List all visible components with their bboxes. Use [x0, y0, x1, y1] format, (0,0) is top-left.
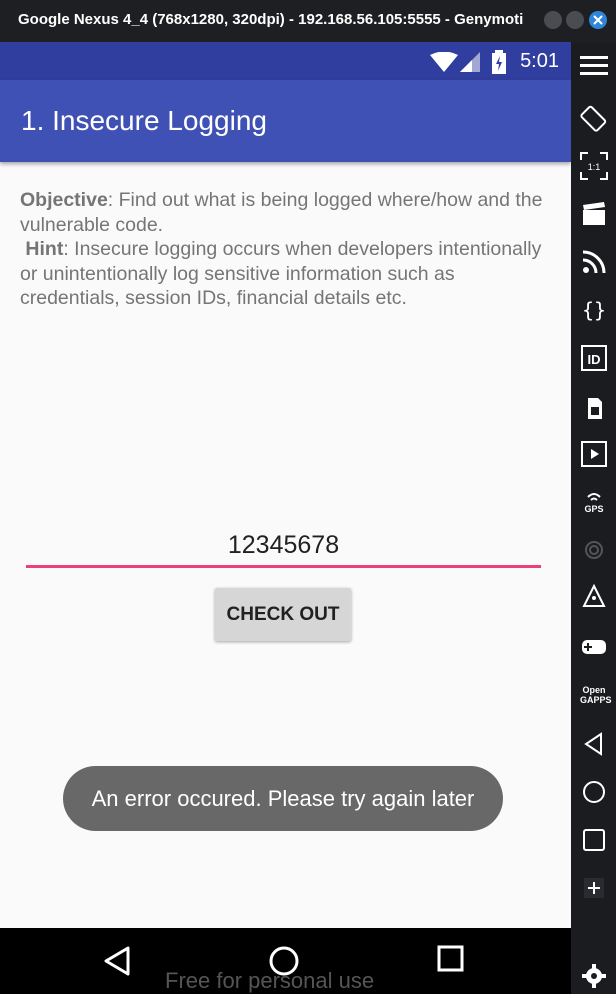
checkout-button[interactable]: CHECK OUT — [215, 588, 351, 641]
home-icon[interactable] — [580, 778, 608, 806]
back-nav-icon[interactable] — [102, 945, 132, 977]
device-id-icon[interactable]: ID — [580, 344, 608, 372]
recents-nav-icon[interactable] — [437, 945, 465, 973]
gps-label: GPS — [584, 504, 603, 514]
add-icon[interactable] — [580, 874, 608, 902]
fingerprint-icon[interactable] — [580, 536, 608, 564]
opengapps-icon[interactable]: Open GAPPS — [580, 682, 612, 710]
sim-icon[interactable] — [580, 394, 608, 422]
network-icon[interactable] — [580, 584, 608, 612]
app-bar: 1. Insecure Logging — [0, 80, 571, 162]
page-title: 1. Insecure Logging — [21, 105, 267, 136]
watermark-text: Free for personal use — [165, 968, 375, 993]
window-titlebar: Google Nexus 4_4 (768x1280, 320dpi) - 19… — [0, 0, 616, 42]
amount-value: 12345678 — [227, 531, 340, 559]
battery-charging-icon — [492, 50, 506, 74]
status-bar: 5:01 — [0, 42, 571, 80]
rotate-icon[interactable] — [580, 104, 608, 132]
status-time: 5:01 — [520, 50, 559, 72]
pixel-ratio-label: 1:1 — [588, 162, 601, 172]
gamepad-icon[interactable] — [580, 632, 608, 660]
video-icon[interactable] — [580, 440, 608, 468]
minimize-button[interactable] — [544, 11, 562, 29]
svg-text:{}: {} — [582, 298, 606, 322]
hint-text: : Insecure logging occurs when developer… — [20, 238, 542, 310]
emulator-toolbar: 1:1 {} ID GPS Open GAPPS — [571, 42, 616, 994]
hint-label: Hint — [25, 238, 64, 261]
error-toast: An error occured. Please try again later — [63, 766, 503, 831]
javascript-icon[interactable]: {} — [580, 296, 608, 324]
wifi-icon — [430, 52, 458, 72]
gps-icon[interactable]: GPS — [580, 488, 608, 516]
amount-input[interactable]: 12345678 — [26, 522, 541, 568]
close-button[interactable] — [589, 11, 607, 29]
objective-label: Objective — [20, 189, 108, 211]
menu-icon[interactable] — [580, 52, 608, 80]
input-underline — [26, 565, 541, 568]
recents-icon[interactable] — [580, 826, 608, 854]
opengapps-label: Open GAPPS — [580, 685, 612, 705]
id-label: ID — [588, 352, 601, 367]
window-title: Google Nexus 4_4 (768x1280, 320dpi) - 19… — [18, 11, 523, 28]
close-icon — [593, 15, 603, 25]
maximize-button[interactable] — [566, 11, 584, 29]
settings-icon[interactable] — [580, 962, 608, 990]
screencast-icon[interactable] — [580, 200, 608, 228]
signal-icon — [460, 52, 480, 72]
back-icon[interactable] — [580, 730, 608, 758]
rss-icon[interactable] — [580, 248, 608, 276]
description-text: Objective: Find out what is being logged… — [20, 188, 550, 311]
device-screen: 5:01 1. Insecure Logging Objective: Find… — [0, 42, 571, 994]
pixel-perfect-icon[interactable]: 1:1 — [580, 152, 608, 180]
